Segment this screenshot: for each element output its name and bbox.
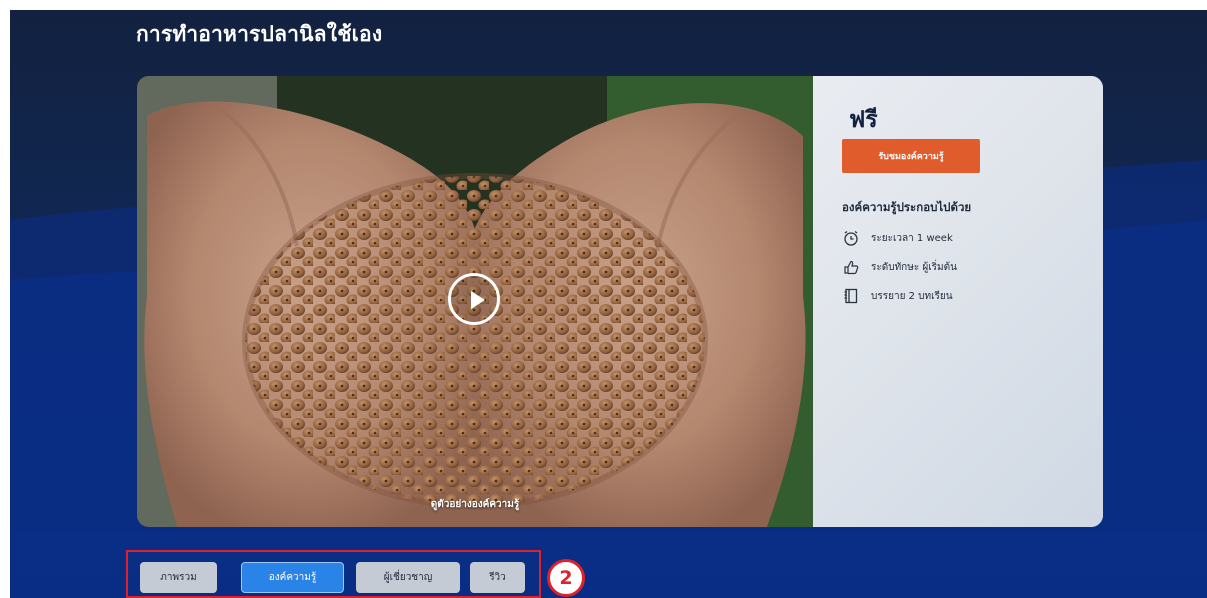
- price-label: ฟรี: [849, 107, 878, 133]
- skill-level-text: ระดับทักษะ ผู้เริ่มต้น: [871, 261, 957, 273]
- course-page: การทำอาหารปลานิลใช้เอง ดูตัวอย่างองค์ควา…: [10, 10, 1207, 598]
- course-preview-video[interactable]: ดูตัวอย่างองค์ความรู้: [137, 76, 813, 527]
- play-icon: [471, 291, 485, 309]
- lectures-row: บรรยาย 2 บทเรียน: [842, 286, 953, 306]
- lectures-text: บรรยาย 2 บทเรียน: [871, 290, 953, 302]
- tab-experts[interactable]: ผู้เชี่ยวชาญ: [356, 562, 460, 593]
- course-title: การทำอาหารปลานิลใช้เอง: [136, 22, 383, 46]
- step-number-badge: 2: [547, 559, 585, 597]
- tab-overview[interactable]: ภาพรวม: [140, 562, 217, 593]
- tab-reviews[interactable]: รีวิว: [470, 562, 525, 593]
- course-card: ดูตัวอย่างองค์ความรู้ ฟรี รับชมองค์ความร…: [137, 76, 1103, 527]
- enroll-button[interactable]: รับชมองค์ความรู้: [842, 139, 980, 173]
- course-sidebar: ฟรี รับชมองค์ความรู้ องค์ความรู้ประกอบไป…: [813, 76, 1103, 527]
- notebook-icon: [842, 287, 860, 305]
- preview-label[interactable]: ดูตัวอย่างองค์ความรู้: [137, 497, 813, 512]
- duration-text: ระยะเวลา 1 week: [871, 232, 953, 244]
- duration-row: ระยะเวลา 1 week: [842, 228, 953, 248]
- play-button[interactable]: [448, 273, 500, 325]
- skill-level-row: ระดับทักษะ ผู้เริ่มต้น: [842, 257, 957, 277]
- thumbs-up-icon: [842, 258, 860, 276]
- tab-knowledge[interactable]: องค์ความรู้: [241, 562, 344, 593]
- alarm-clock-icon: [842, 229, 860, 247]
- includes-title: องค์ความรู้ประกอบไปด้วย: [842, 200, 972, 214]
